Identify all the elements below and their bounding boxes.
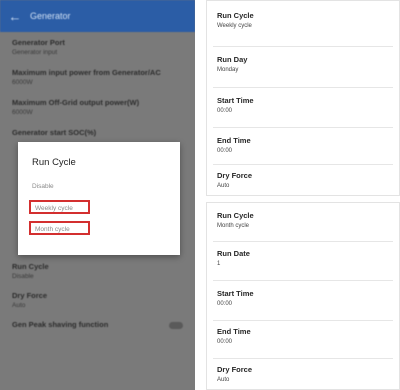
peak-shaving-toggle[interactable] (169, 322, 183, 329)
setting-max-input-power[interactable]: Maximum input power from Generator/AC 60… (0, 64, 195, 90)
field-label: Start Time (217, 96, 254, 105)
field-value: Weekly cycle (217, 23, 252, 29)
setting-gen-peak-shaving[interactable]: Gen Peak shaving function (0, 316, 195, 333)
setting-value: Auto (12, 302, 26, 309)
field-end-time[interactable]: End Time 00:00 (217, 136, 251, 156)
dialog-option-disable[interactable]: Disable (32, 180, 54, 194)
field-value: Auto (217, 183, 230, 189)
field-value: 1 (217, 261, 221, 267)
field-label: Run Day (217, 55, 248, 64)
setting-generator-port[interactable]: Generator Port Generator input (0, 32, 195, 60)
divider (213, 164, 393, 165)
settings-list: Generator Port Generator input Maximum i… (0, 32, 195, 141)
divider (213, 87, 393, 88)
settings-list-lower: Run Cycle Disable Dry Force Auto Gen Pea… (0, 258, 195, 333)
setting-generator-start-soc[interactable]: Generator start SOC(%) (0, 124, 195, 141)
field-value: Monday (217, 67, 239, 73)
setting-dry-force[interactable]: Dry Force Auto (0, 287, 195, 313)
dialog-title: Run Cycle (32, 157, 76, 168)
divider (213, 127, 393, 128)
dialog-option-weekly-cycle[interactable]: Weekly cycle (29, 200, 90, 214)
field-value: 00:00 (217, 148, 233, 154)
divider (213, 46, 393, 47)
field-start-time[interactable]: Start Time 00:00 (217, 289, 254, 309)
app-bar: ← Generator (0, 0, 195, 32)
field-label: Run Date (217, 249, 250, 258)
field-run-date[interactable]: Run Date 1 (217, 249, 250, 269)
setting-value: Disable (12, 273, 34, 280)
field-value: Month cycle (217, 223, 250, 229)
setting-run-cycle[interactable]: Run Cycle Disable (0, 258, 195, 284)
field-label: Run Cycle (217, 211, 254, 220)
setting-title: Run Cycle (12, 262, 49, 271)
divider (213, 320, 393, 321)
setting-title: Maximum input power from Generator/AC (12, 68, 161, 77)
setting-title: Maximum Off-Grid output power(W) (12, 98, 140, 107)
field-run-cycle[interactable]: Run Cycle Month cycle (217, 211, 254, 231)
divider (213, 241, 393, 242)
divider (213, 280, 393, 281)
setting-value: 6000W (12, 79, 33, 86)
field-value: 00:00 (217, 108, 233, 114)
field-dry-force[interactable]: Dry Force Auto (217, 171, 252, 191)
field-label: Dry Force (217, 171, 253, 180)
setting-title: Generator Port (12, 38, 65, 47)
phone-screen: ← Generator Generator Port Generator inp… (0, 0, 195, 390)
setting-title: Generator start SOC(%) (12, 128, 97, 137)
field-value: Auto (217, 377, 230, 383)
setting-max-offgrid-power[interactable]: Maximum Off-Grid output power(W) 6000W (0, 94, 195, 120)
field-run-cycle[interactable]: Run Cycle Weekly cycle (217, 11, 254, 31)
field-label: Dry Force (217, 365, 253, 374)
month-cycle-panel: Run Cycle Month cycle Run Date 1 Start T… (206, 202, 400, 390)
setting-value: Generator input (12, 49, 58, 56)
divider (213, 358, 393, 359)
weekly-cycle-panel: Run Cycle Weekly cycle Run Day Monday St… (206, 0, 400, 196)
field-label: End Time (217, 327, 251, 336)
field-label: Start Time (217, 289, 254, 298)
dialog-option-month-cycle[interactable]: Month cycle (29, 221, 90, 235)
field-dry-force[interactable]: Dry Force Auto (217, 365, 252, 385)
field-label: Run Cycle (217, 11, 254, 20)
app-bar-title: Generator (30, 11, 71, 21)
run-cycle-dialog: Run Cycle Disable Weekly cycle Month cyc… (18, 142, 180, 255)
field-end-time[interactable]: End Time 00:00 (217, 327, 251, 347)
back-arrow-icon[interactable]: ← (4, 9, 26, 24)
field-start-time[interactable]: Start Time 00:00 (217, 96, 254, 116)
field-run-day[interactable]: Run Day Monday (217, 55, 247, 75)
setting-value: 6000W (12, 109, 33, 116)
field-value: 00:00 (217, 301, 233, 307)
field-label: End Time (217, 136, 251, 145)
setting-title: Gen Peak shaving function (12, 320, 109, 329)
field-value: 00:00 (217, 339, 233, 345)
setting-title: Dry Force (12, 291, 48, 300)
